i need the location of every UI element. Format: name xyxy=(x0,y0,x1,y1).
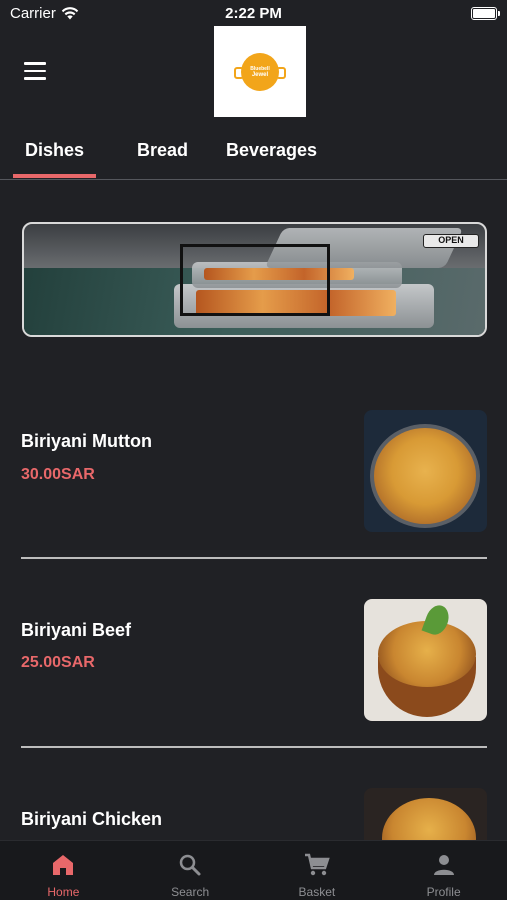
hamburger-menu-icon[interactable] xyxy=(24,62,46,80)
dish-name: Biriyani Mutton xyxy=(21,431,152,451)
dish-image xyxy=(364,410,487,532)
dish-price: 30.00SAR xyxy=(21,466,95,483)
battery-icon xyxy=(471,7,500,20)
promo-banner[interactable]: OPEN xyxy=(22,222,487,337)
bottom-navigation: Home Search Basket Profile xyxy=(0,840,507,900)
dish-name: Biriyani Chicken xyxy=(21,809,163,829)
nav-profile[interactable]: Profile xyxy=(380,841,507,900)
nav-home-label: Home xyxy=(47,885,80,899)
tab-bread[interactable]: Bread xyxy=(137,140,188,161)
nav-basket[interactable]: Basket xyxy=(254,841,381,900)
banner-frame xyxy=(180,244,330,316)
dish-image xyxy=(364,788,487,840)
tab-beverages[interactable]: Beverages xyxy=(226,140,317,161)
nav-profile-label: Profile xyxy=(426,885,461,899)
open-sign: OPEN xyxy=(423,234,479,248)
pot-logo-icon: Bluebell Jewel xyxy=(234,52,286,91)
item-divider xyxy=(21,557,487,559)
home-icon xyxy=(53,855,74,875)
nav-search[interactable]: Search xyxy=(127,841,254,900)
dish-image xyxy=(364,599,487,721)
cart-icon xyxy=(304,853,330,876)
dish-name: Biriyani Beef xyxy=(21,620,132,640)
category-tabs: Dishes Bread Beverages xyxy=(0,140,507,180)
tab-dishes[interactable]: Dishes xyxy=(12,140,97,178)
status-time: 2:22 PM xyxy=(225,5,282,22)
search-icon xyxy=(179,854,201,876)
logo-text-line2: Jewel xyxy=(251,71,269,78)
nav-home[interactable]: Home xyxy=(0,841,127,900)
nav-basket-label: Basket xyxy=(298,885,336,899)
dish-price: 25.00SAR xyxy=(21,654,95,671)
restaurant-logo: Bluebell Jewel xyxy=(214,26,306,117)
nav-search-label: Search xyxy=(171,885,210,899)
status-bar: Carrier 2:22 PM xyxy=(0,0,507,26)
person-icon xyxy=(433,855,454,875)
item-divider xyxy=(21,746,487,748)
